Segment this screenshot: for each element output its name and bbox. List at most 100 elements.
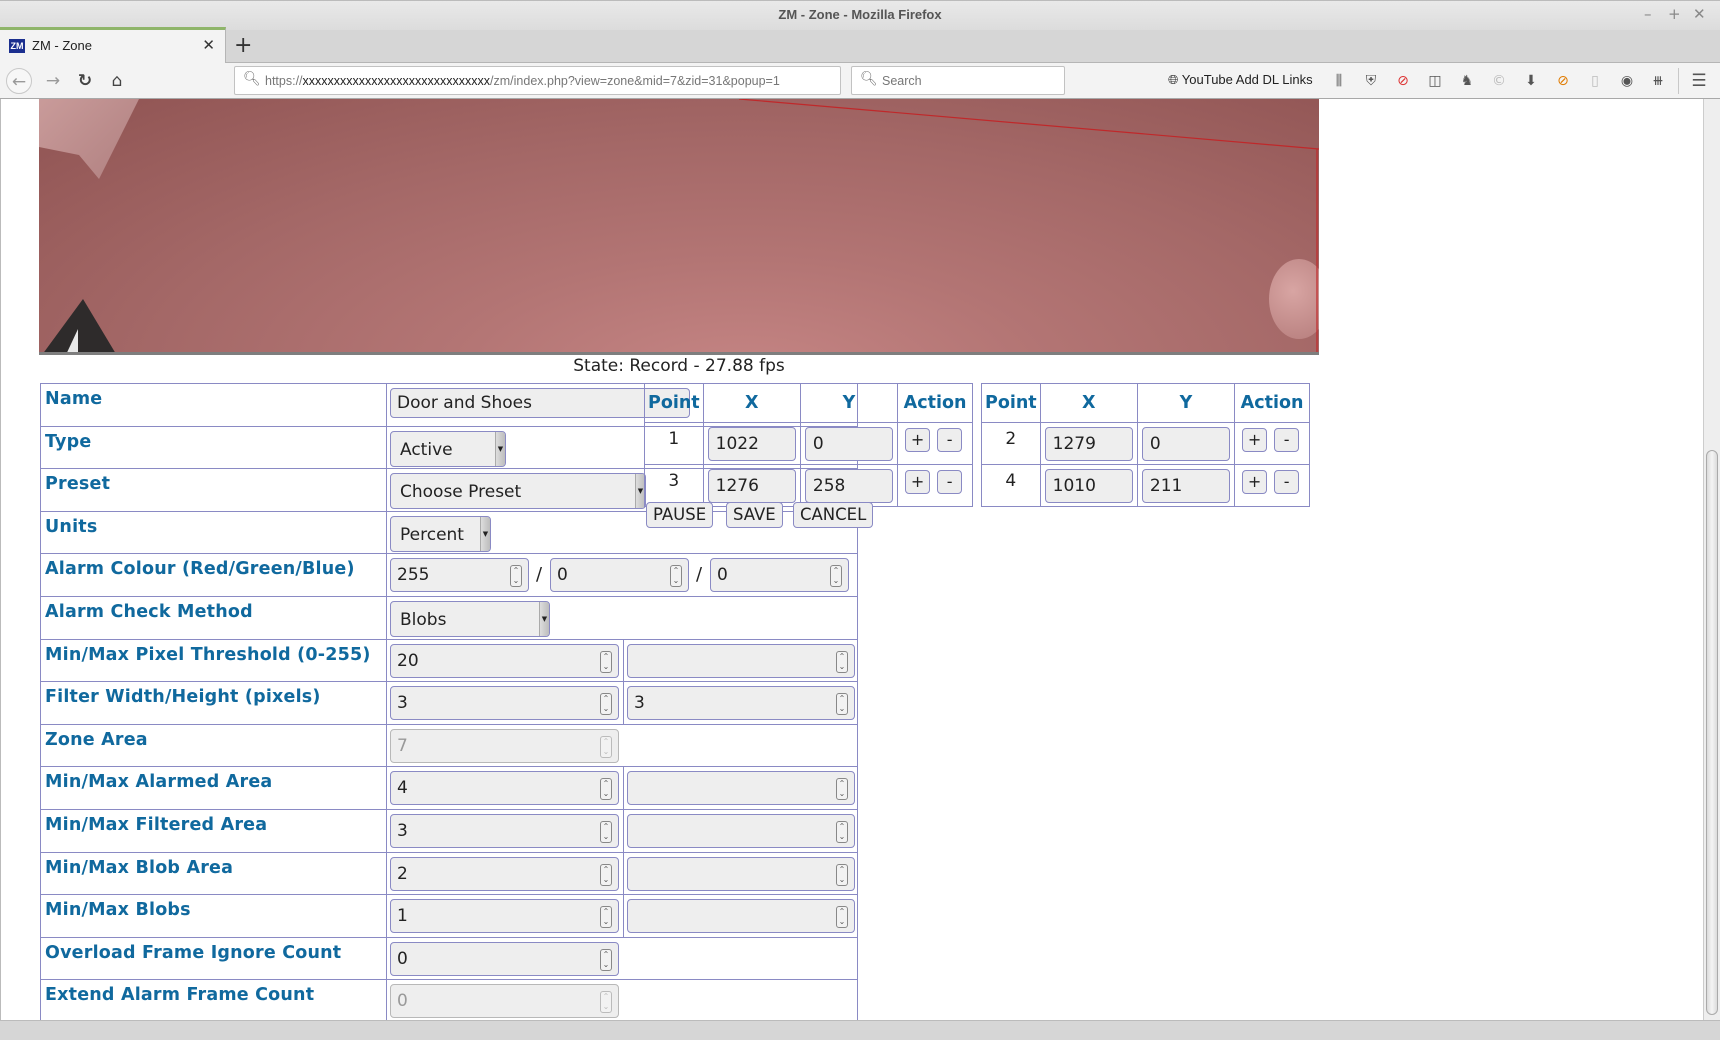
search-icon: 🔍︎: [243, 71, 261, 87]
save-button[interactable]: SAVE: [726, 502, 783, 528]
add-point-button[interactable]: +: [1242, 470, 1268, 494]
spinner-icon[interactable]: ⌃ ⌄: [830, 565, 842, 588]
account-icon[interactable]: ◉: [1618, 72, 1636, 90]
blocked-extension-icon[interactable]: ⊘: [1554, 72, 1572, 90]
spinner-icon[interactable]: ⌃ ⌄: [836, 778, 848, 801]
maximize-icon[interactable]: +: [1668, 5, 1681, 23]
forward-button[interactable]: →: [40, 68, 66, 94]
sidebar-icon[interactable]: ◫: [1426, 72, 1444, 90]
blob-area-min-input[interactable]: 2 ⌃ ⌄: [390, 856, 619, 891]
remove-point-button[interactable]: -: [937, 428, 963, 452]
extension-dragon-icon[interactable]: ♞: [1458, 72, 1476, 90]
mobile-icon[interactable]: ▯: [1586, 72, 1604, 90]
fence-icon[interactable]: ⧻: [1649, 72, 1667, 90]
close-window-icon[interactable]: ✕: [1693, 5, 1706, 23]
spinner-icon[interactable]: ⌃ ⌄: [600, 948, 612, 971]
point-y-input[interactable]: 0: [804, 427, 894, 461]
pixel-threshold-label: Min/Max Pixel Threshold (0-255): [40, 638, 387, 683]
spinner-icon[interactable]: ⌃ ⌄: [836, 906, 848, 929]
new-tab-button[interactable]: +: [234, 33, 252, 58]
spinner-icon: ⌃ ⌄: [600, 991, 612, 1014]
window-titlebar: ZM - Zone - Mozilla Firefox – + ✕: [0, 0, 1720, 30]
point-x-input[interactable]: 1010: [1044, 469, 1133, 503]
preset-select[interactable]: Choose Preset ▼: [390, 473, 646, 510]
overload-count-input[interactable]: 0 ⌃ ⌄: [390, 941, 619, 976]
y-header: Y: [799, 383, 899, 423]
alarmed-area-min-input[interactable]: 4 ⌃ ⌄: [390, 771, 619, 806]
spinner-icon[interactable]: ⌃ ⌄: [600, 693, 612, 716]
chevron-down-icon: ▼: [480, 516, 490, 551]
point-x-input[interactable]: 1276: [707, 469, 796, 503]
scrollbar-thumb[interactable]: [1706, 450, 1718, 1015]
noscript-icon[interactable]: ⊘: [1394, 72, 1412, 90]
blob-area-max-input[interactable]: ⌃ ⌄: [627, 856, 855, 891]
spinner-icon[interactable]: ⌃ ⌄: [600, 863, 612, 886]
x-header: X: [702, 383, 801, 423]
add-point-button[interactable]: +: [1242, 428, 1268, 452]
pixel-threshold-max-input[interactable]: ⌃ ⌄: [627, 643, 855, 678]
url-bar[interactable]: 🔍︎ https://xxxxxxxxxxxxxxxxxxxxxxxxxxxxx…: [234, 66, 841, 95]
check-method-select[interactable]: Blobs ▼: [390, 600, 550, 637]
camera-zone-image[interactable]: [39, 99, 1319, 355]
units-label: Units: [40, 510, 387, 555]
action-header: Action: [1234, 383, 1310, 423]
reload-button[interactable]: ↻: [72, 68, 98, 94]
menu-icon[interactable]: ☰: [1690, 72, 1708, 90]
point-y-input[interactable]: 258: [804, 469, 894, 503]
type-label: Type: [40, 425, 387, 470]
alarm-red-input[interactable]: 255 ⌃ ⌄: [390, 558, 529, 593]
spinner-icon[interactable]: ⌃ ⌄: [836, 693, 848, 716]
action-header: Action: [897, 383, 973, 423]
cancel-button[interactable]: CANCEL: [793, 502, 874, 528]
add-point-button[interactable]: +: [905, 428, 931, 452]
filtered-area-max-input[interactable]: ⌃ ⌄: [627, 813, 855, 848]
add-point-button[interactable]: +: [905, 470, 931, 494]
blobs-min-input[interactable]: 1 ⌃ ⌄: [390, 899, 619, 934]
vertical-scrollbar[interactable]: [1703, 99, 1720, 1020]
column-divider: [623, 809, 624, 852]
remove-point-button[interactable]: -: [937, 470, 963, 494]
spinner-icon[interactable]: ⌃ ⌄: [836, 820, 848, 843]
alarm-green-input[interactable]: 0 ⌃ ⌄: [550, 558, 689, 593]
pause-button[interactable]: PAUSE: [646, 502, 714, 528]
extension-c-icon[interactable]: ©: [1490, 72, 1508, 90]
spinner-icon[interactable]: ⌃ ⌄: [836, 863, 848, 886]
point-x-input[interactable]: 1022: [707, 427, 796, 461]
point-x-input[interactable]: 1279: [1044, 427, 1133, 461]
youtube-dl-extension-button[interactable]: 🌐︎ YouTube Add DL Links: [1168, 72, 1313, 88]
home-button[interactable]: ⌂: [104, 68, 130, 94]
remove-point-button[interactable]: -: [1274, 428, 1300, 452]
type-select[interactable]: Active ▼: [390, 430, 506, 467]
download-icon[interactable]: ⬇: [1522, 72, 1540, 90]
pixel-threshold-min-input[interactable]: 20 ⌃ ⌄: [390, 643, 619, 678]
library-icon[interactable]: ⫼: [1330, 72, 1348, 90]
alarm-blue-input[interactable]: 0 ⌃ ⌄: [710, 558, 849, 593]
ublock-icon[interactable]: ⛨: [1362, 72, 1380, 90]
spinner-icon[interactable]: ⌃ ⌄: [600, 820, 612, 843]
spinner-icon[interactable]: ⌃ ⌄: [600, 906, 612, 929]
filtered-area-min-input[interactable]: 3 ⌃ ⌄: [390, 813, 619, 848]
blobs-max-input[interactable]: ⌃ ⌄: [627, 899, 855, 934]
window-title: ZM - Zone - Mozilla Firefox: [778, 7, 942, 22]
spinner-icon[interactable]: ⌃ ⌄: [600, 650, 612, 673]
tab-zm-zone[interactable]: ZM ZM - Zone ✕: [0, 27, 226, 63]
filter-height-input[interactable]: 3 ⌃ ⌄: [627, 686, 855, 721]
point-y-input[interactable]: 211: [1141, 469, 1231, 503]
alarmed-area-max-input[interactable]: ⌃ ⌄: [627, 771, 855, 806]
point-y-input[interactable]: 0: [1141, 427, 1231, 461]
units-select[interactable]: Percent ▼: [390, 515, 491, 552]
filter-width-input[interactable]: 3 ⌃ ⌄: [390, 686, 619, 721]
back-button[interactable]: ←: [6, 68, 32, 94]
minimize-icon[interactable]: –: [1644, 5, 1652, 23]
close-tab-icon[interactable]: ✕: [202, 36, 215, 54]
spinner-icon[interactable]: ⌃ ⌄: [836, 650, 848, 673]
zone-area-input: 7 ⌃ ⌄: [390, 728, 619, 763]
search-bar[interactable]: 🔍︎ Search: [851, 66, 1065, 95]
bottom-status-bar: [0, 1020, 1720, 1040]
search-placeholder: Search: [882, 74, 922, 88]
remove-point-button[interactable]: -: [1274, 470, 1300, 494]
spinner-icon[interactable]: ⌃ ⌄: [600, 778, 612, 801]
spinner-icon[interactable]: ⌃ ⌄: [510, 565, 522, 588]
spinner-icon[interactable]: ⌃ ⌄: [670, 565, 682, 588]
slash-separator: /: [536, 564, 543, 586]
